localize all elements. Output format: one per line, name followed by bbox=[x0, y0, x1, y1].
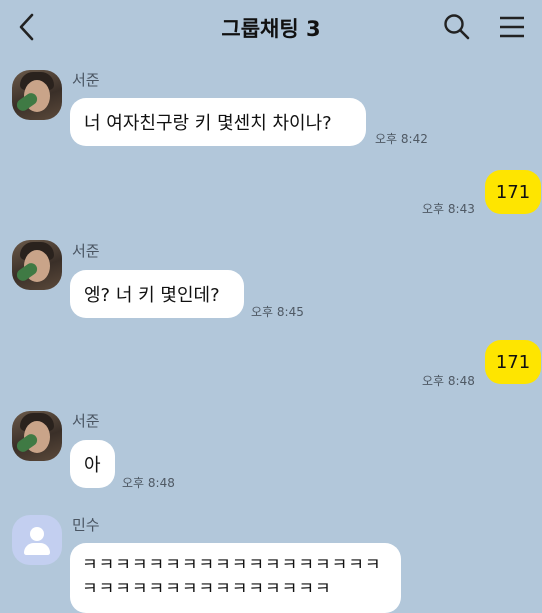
avatar[interactable] bbox=[12, 240, 62, 290]
message-line: ㅋㅋㅋㅋㅋㅋㅋㅋㅋㅋㅋㅋㅋㅋㅋㅋㅋㅋ bbox=[82, 555, 382, 575]
sender-name: 서준 bbox=[72, 242, 100, 260]
sender-name: 서준 bbox=[72, 71, 100, 89]
message-bubble[interactable]: 아 bbox=[70, 440, 115, 488]
my-message-bubble[interactable]: 171 bbox=[485, 340, 541, 384]
sender-name: 민수 bbox=[72, 516, 100, 534]
message-time: 오후 8:45 bbox=[251, 305, 304, 319]
message-time: 오후 8:48 bbox=[122, 476, 175, 490]
hamburger-menu-icon[interactable] bbox=[497, 12, 527, 42]
my-message-bubble[interactable]: 171 bbox=[485, 170, 541, 214]
message-bubble[interactable]: 너 여자친구랑 키 몇센치 차이나? bbox=[70, 98, 366, 146]
search-icon[interactable] bbox=[442, 12, 472, 42]
message-bubble[interactable]: ㅋㅋㅋㅋㅋㅋㅋㅋㅋㅋㅋㅋㅋㅋㅋㅋㅋㅋ ㅋㅋㅋㅋㅋㅋㅋㅋㅋㅋㅋㅋㅋㅋㅋ bbox=[70, 543, 401, 613]
avatar[interactable] bbox=[12, 70, 62, 120]
sender-name: 서준 bbox=[72, 412, 100, 430]
message-time: 오후 8:42 bbox=[375, 132, 428, 146]
message-line: ㅋㅋㅋㅋㅋㅋㅋㅋㅋㅋㅋㅋㅋㅋㅋ bbox=[82, 579, 332, 599]
avatar[interactable] bbox=[12, 411, 62, 461]
message-time: 오후 8:43 bbox=[422, 202, 475, 216]
message-bubble[interactable]: 엥? 너 키 몇인데? bbox=[70, 270, 244, 318]
message-time: 오후 8:48 bbox=[422, 374, 475, 388]
chat-header: 그룹채팅 3 bbox=[0, 0, 542, 54]
default-avatar-icon[interactable] bbox=[12, 515, 62, 565]
